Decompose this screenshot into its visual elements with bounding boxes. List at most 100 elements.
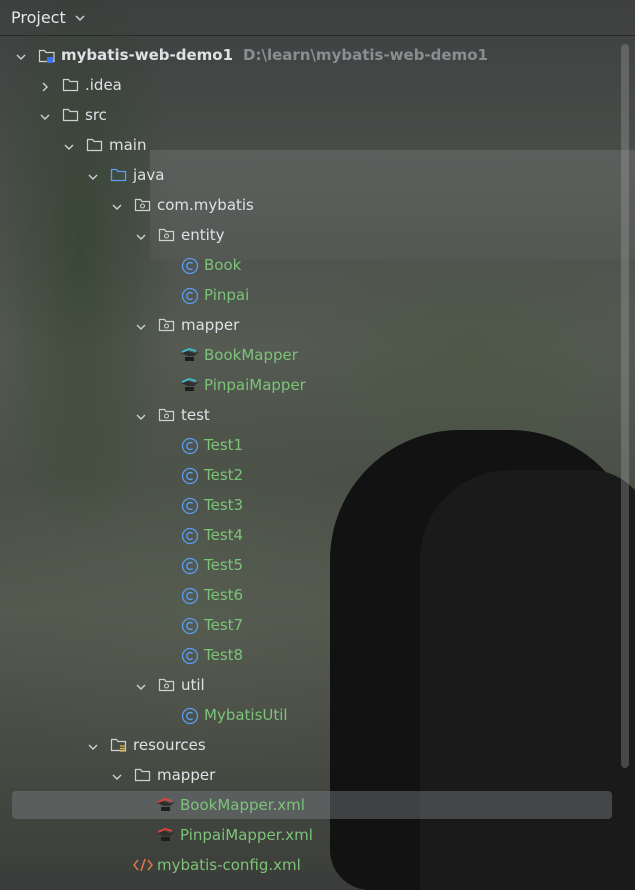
tree-item-idea[interactable]: .idea — [0, 70, 620, 100]
tree-item-label: BookMapper.xml — [180, 796, 305, 814]
mybatis-xml-icon — [156, 797, 175, 813]
tree-item-label: java — [133, 166, 165, 184]
class-icon — [181, 257, 199, 275]
class-icon — [181, 497, 199, 515]
tree-item-project-root[interactable]: mybatis-web-demo1 D:\learn\mybatis-web-de… — [0, 40, 620, 70]
package-icon — [158, 407, 175, 423]
tree-item-label: util — [181, 676, 205, 694]
module-folder-icon — [38, 47, 55, 63]
chevron-down-icon[interactable] — [15, 49, 27, 61]
folder-icon — [62, 107, 79, 123]
tree-item-test7[interactable]: Test7 — [0, 610, 620, 640]
tree-item-label: mybatis-config.xml — [157, 856, 301, 874]
mybatis-xml-icon — [156, 827, 175, 843]
folder-icon — [134, 767, 151, 783]
tree-item-test8[interactable]: Test8 — [0, 640, 620, 670]
tree-item-label: Pinpai — [204, 286, 250, 304]
chevron-down-icon[interactable] — [39, 109, 51, 121]
package-icon — [158, 227, 175, 243]
project-header[interactable]: Project — [0, 0, 635, 36]
tree-item-label: Test3 — [204, 496, 244, 514]
tree-item-label: BookMapper — [204, 346, 298, 364]
tree-item-test5[interactable]: Test5 — [0, 550, 620, 580]
tree-item-java[interactable]: java — [0, 160, 620, 190]
tree-item-pinpaimapper-xml[interactable]: PinpaiMapper.xml — [0, 820, 620, 850]
source-folder-icon — [110, 167, 127, 183]
mybatis-bird-icon — [180, 377, 199, 393]
tree-item-label: PinpaiMapper.xml — [180, 826, 313, 844]
tree-item-label: PinpaiMapper — [204, 376, 306, 394]
class-icon — [181, 587, 199, 605]
chevron-down-icon[interactable] — [87, 739, 99, 751]
class-icon — [181, 527, 199, 545]
tree-item-label: resources — [133, 736, 206, 754]
tree-item-label: Test8 — [204, 646, 244, 664]
tree-item-label: MybatisUtil — [204, 706, 288, 724]
tree-item-mybatisutil[interactable]: MybatisUtil — [0, 700, 620, 730]
tree-item-label: .idea — [85, 76, 122, 94]
tree-item-label: mybatis-web-demo1 D:\learn\mybatis-web-de… — [61, 46, 488, 64]
tree-item-test-package[interactable]: test — [0, 400, 620, 430]
selection-highlight — [12, 791, 612, 819]
chevron-down-icon[interactable] — [63, 139, 75, 151]
tree-item-label: mapper — [157, 766, 216, 784]
tree-item-label: Test1 — [204, 436, 244, 454]
tree-item-label: test — [181, 406, 210, 424]
chevron-down-icon[interactable] — [87, 169, 99, 181]
chevron-down-icon[interactable] — [111, 769, 123, 781]
tree-item-resources-mapper[interactable]: mapper — [0, 760, 620, 790]
folder-icon — [62, 77, 79, 93]
tree-item-resources[interactable]: resources — [0, 730, 620, 760]
tree-item-pinpai[interactable]: Pinpai — [0, 280, 620, 310]
class-icon — [181, 707, 199, 725]
tree-item-mybatis-config-xml[interactable]: mybatis-config.xml — [0, 850, 620, 880]
tree-item-main[interactable]: main — [0, 130, 620, 160]
tree-item-com-mybatis[interactable]: com.mybatis — [0, 190, 620, 220]
chevron-down-icon[interactable] — [111, 199, 123, 211]
tree-item-label: Test2 — [204, 466, 244, 484]
class-icon — [181, 617, 199, 635]
tree-item-label: Test5 — [204, 556, 244, 574]
resources-folder-icon — [110, 737, 127, 753]
project-path: D:\learn\mybatis-web-demo1 — [243, 46, 488, 64]
class-icon — [181, 437, 199, 455]
chevron-down-icon[interactable] — [74, 12, 86, 24]
chevron-down-icon[interactable] — [135, 229, 147, 241]
tree-item-test2[interactable]: Test2 — [0, 460, 620, 490]
tree-item-test4[interactable]: Test4 — [0, 520, 620, 550]
tree-item-test6[interactable]: Test6 — [0, 580, 620, 610]
mybatis-bird-icon — [180, 347, 199, 363]
vertical-scrollbar[interactable] — [621, 44, 629, 768]
class-icon — [181, 467, 199, 485]
tree-item-label: Test7 — [204, 616, 244, 634]
tree-item-book[interactable]: Book — [0, 250, 620, 280]
chevron-down-icon[interactable] — [135, 679, 147, 691]
tree-item-src[interactable]: src — [0, 100, 620, 130]
class-icon — [181, 557, 199, 575]
chevron-down-icon[interactable] — [135, 409, 147, 421]
tree-item-label: Test6 — [204, 586, 244, 604]
project-panel: Project mybatis-web-demo1 D:\learn\mybati… — [0, 0, 635, 874]
tree-item-label: com.mybatis — [157, 196, 254, 214]
class-icon — [181, 287, 199, 305]
tree-item-label: main — [109, 136, 147, 154]
chevron-right-icon[interactable] — [39, 79, 51, 92]
tree-item-util[interactable]: util — [0, 670, 620, 700]
tree-item-label: src — [85, 106, 107, 124]
tree-item-label: entity — [181, 226, 225, 244]
tree-item-pinpaimapper[interactable]: PinpaiMapper — [0, 370, 620, 400]
tree-item-label: mapper — [181, 316, 240, 334]
tree-item-test1[interactable]: Test1 — [0, 430, 620, 460]
tree-item-mapper-package[interactable]: mapper — [0, 310, 620, 340]
tree-item-label: Test4 — [204, 526, 244, 544]
folder-icon — [86, 137, 103, 153]
tree-item-label: Book — [204, 256, 242, 274]
xml-file-icon — [133, 857, 153, 873]
package-icon — [158, 317, 175, 333]
tree-item-test3[interactable]: Test3 — [0, 490, 620, 520]
chevron-down-icon[interactable] — [135, 319, 147, 331]
tree-item-bookmapper-xml[interactable]: BookMapper.xml — [0, 790, 620, 820]
tree-item-entity[interactable]: entity — [0, 220, 620, 250]
class-icon — [181, 647, 199, 665]
tree-item-bookmapper[interactable]: BookMapper — [0, 340, 620, 370]
